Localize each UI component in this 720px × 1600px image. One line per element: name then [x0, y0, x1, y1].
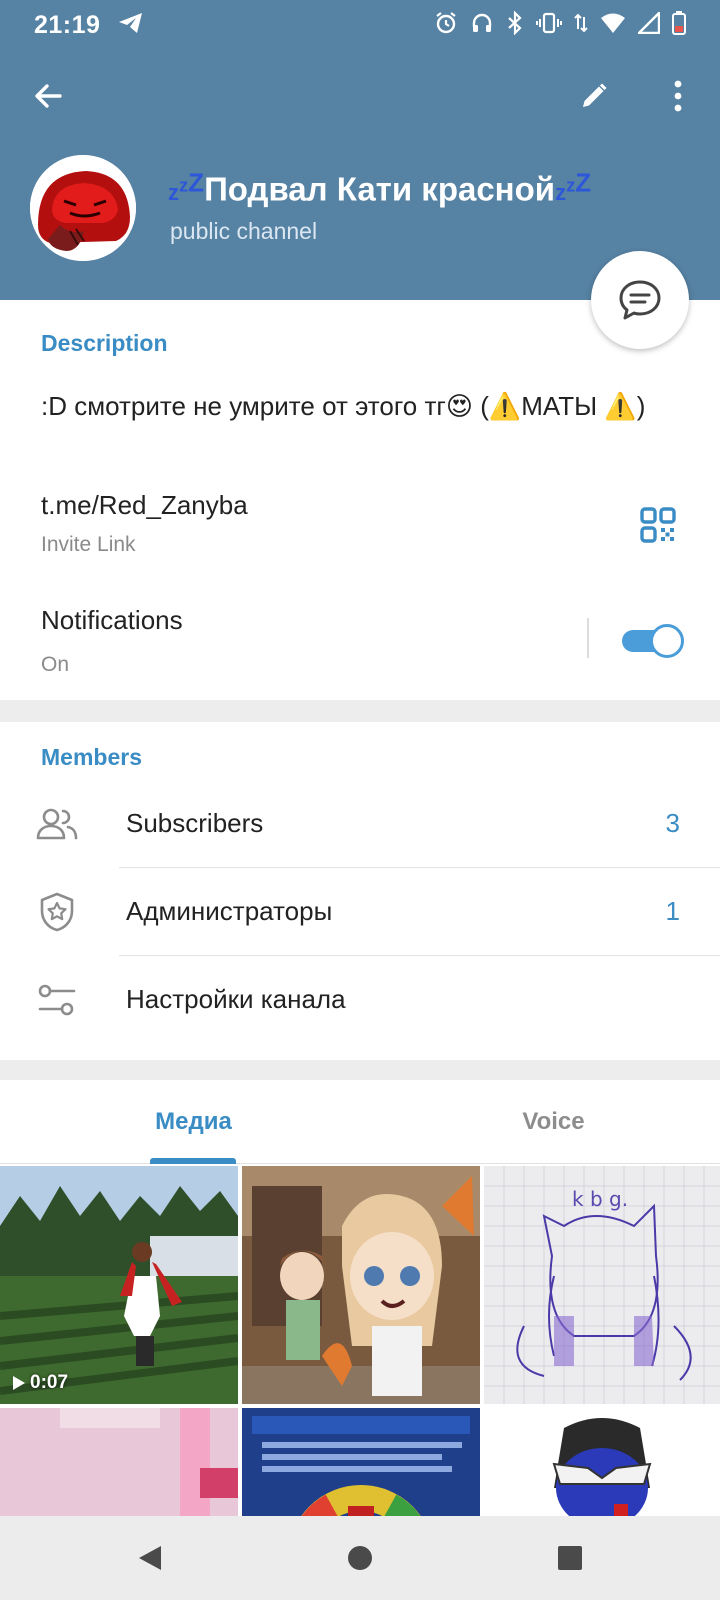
- system-icons: [434, 9, 686, 40]
- channel-name: Подвал Кати красной: [204, 170, 556, 208]
- data-arrows-icon: [574, 11, 588, 40]
- nav-back-button[interactable]: [128, 1536, 172, 1580]
- media-thumbnail-photo[interactable]: [242, 1408, 480, 1516]
- wifi-icon: [600, 12, 626, 39]
- battery-low-icon: [672, 10, 686, 40]
- members-card: Members Subscribers 3 Администраторы 1 Н…: [0, 722, 720, 1060]
- tab-media[interactable]: Медиа: [0, 1080, 387, 1164]
- headphones-icon: [470, 11, 494, 40]
- tab-voice[interactable]: Voice: [387, 1080, 720, 1164]
- channel-type: public channel: [170, 218, 318, 244]
- media-thumbnail-photo[interactable]: [242, 1166, 480, 1404]
- channel-settings-row[interactable]: Настройки канала: [0, 956, 720, 1044]
- invite-link[interactable]: t.me/Red_Zanyba: [41, 490, 248, 521]
- signal-icon: [636, 9, 661, 39]
- invite-link-label: Invite Link: [41, 533, 136, 556]
- media-tabs: Медиа Voice: [0, 1080, 720, 1164]
- more-options-button[interactable]: [650, 68, 706, 124]
- media-thumbnail-drawing[interactable]: k b g.: [484, 1166, 720, 1404]
- more-vertical-icon: [674, 80, 682, 112]
- subscribers-label: Subscribers: [126, 808, 264, 838]
- edit-button[interactable]: [566, 68, 622, 124]
- alarm-icon: [434, 11, 458, 40]
- telegram-icon: [118, 12, 144, 39]
- media-thumbnail-photo[interactable]: [484, 1408, 720, 1516]
- qr-code-button[interactable]: [633, 500, 683, 550]
- back-button[interactable]: [20, 68, 76, 124]
- qr-code-icon: [640, 507, 676, 543]
- administrators-row[interactable]: Администраторы 1: [0, 868, 720, 956]
- channel-description: :D смотрите не умрите от этого тг😍 (⚠️МА…: [41, 391, 646, 421]
- bluetooth-icon: [506, 9, 524, 40]
- edit-pencil-icon: [583, 83, 607, 107]
- administrators-count: 1: [665, 896, 680, 926]
- active-tab-indicator: [150, 1158, 236, 1164]
- channel-settings-label: Настройки канала: [126, 984, 346, 1014]
- media-thumbnail-photo[interactable]: [0, 1408, 238, 1516]
- toggle-knob: [650, 624, 684, 658]
- circle-home-icon: [348, 1546, 372, 1570]
- media-grid: 0:07 k b g.: [0, 1166, 720, 1516]
- channel-avatar[interactable]: [30, 155, 136, 261]
- divider: [587, 618, 589, 658]
- notifications-state: On: [41, 653, 70, 676]
- nav-recents-button[interactable]: [548, 1536, 592, 1580]
- svg-text:k b g.: k b g.: [572, 1187, 628, 1211]
- administrators-label: Администраторы: [126, 896, 333, 926]
- sliders-icon: [36, 980, 78, 1020]
- shield-star-icon: [36, 892, 78, 932]
- notifications-toggle[interactable]: [622, 624, 684, 658]
- video-duration-badge: 0:07: [12, 1372, 68, 1394]
- triangle-back-icon: [139, 1546, 161, 1570]
- clock: 21:19: [34, 10, 101, 39]
- nav-home-button[interactable]: [338, 1536, 382, 1580]
- media-thumbnail-video[interactable]: 0:07: [0, 1166, 238, 1404]
- chat-bubble-icon: [619, 280, 661, 320]
- status-bar: 21:19: [0, 0, 720, 50]
- vibrate-icon: [536, 11, 562, 40]
- subscribers-row[interactable]: Subscribers 3: [0, 780, 720, 868]
- people-icon: [36, 804, 78, 844]
- zzz-emoji-left: zzZ: [168, 168, 205, 206]
- video-duration: 0:07: [30, 1372, 69, 1393]
- subscribers-count: 3: [665, 808, 680, 838]
- square-recents-icon: [558, 1546, 582, 1570]
- zzz-emoji-right: zzZ: [555, 168, 592, 206]
- discuss-button[interactable]: [591, 251, 689, 349]
- shared-media-section: Медиа Voice 0:07 k b g.: [0, 1080, 720, 1516]
- system-navigation-bar: [0, 1516, 720, 1600]
- members-header: Members: [41, 744, 142, 770]
- description-header: Description: [41, 330, 168, 356]
- back-arrow-icon: [35, 84, 62, 108]
- play-icon: [13, 1376, 25, 1390]
- notifications-label[interactable]: Notifications: [41, 605, 183, 636]
- channel-title: zzZПодвал Кати краснойzzZ: [168, 168, 591, 208]
